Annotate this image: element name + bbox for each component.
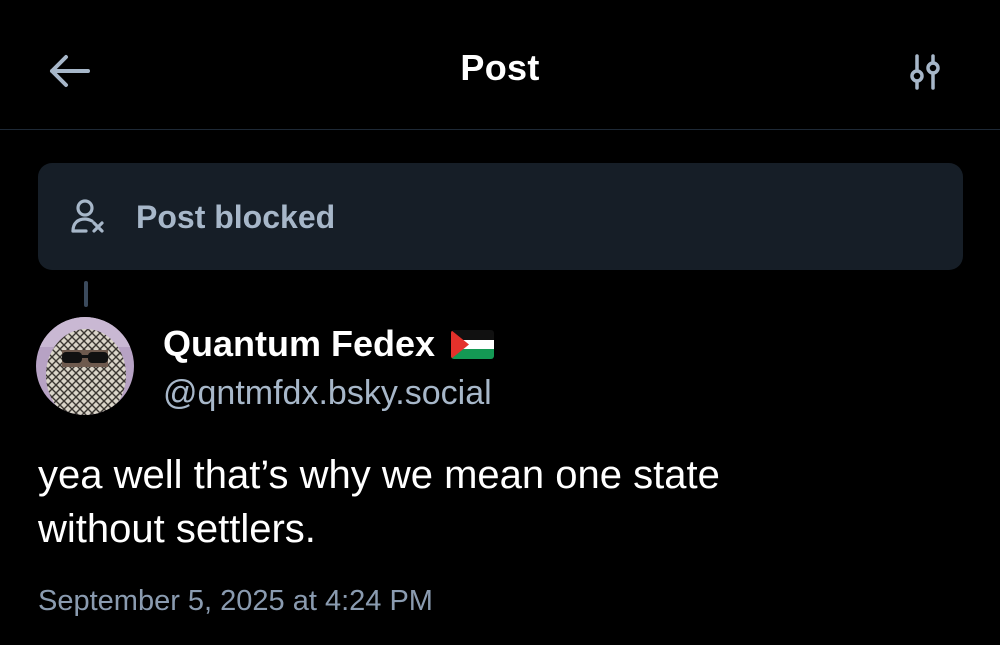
avatar[interactable] <box>36 317 134 415</box>
post-text-line: yea well that’s why we mean one state <box>38 453 720 497</box>
top-bar: Post <box>0 0 1000 130</box>
avatar-image <box>36 317 134 415</box>
author-display-name[interactable]: Quantum Fedex <box>163 322 435 366</box>
page-title: Post <box>460 47 540 88</box>
blocked-post-notice[interactable]: Post blocked <box>38 163 963 270</box>
thread-connector-line <box>84 281 88 307</box>
post-body: yea well that’s why we mean one state wi… <box>38 448 938 556</box>
thread-settings-button[interactable] <box>900 48 950 96</box>
palestine-flag-icon <box>451 329 495 359</box>
post-timestamp: September 5, 2025 at 4:24 PM <box>38 585 433 617</box>
post-text-line: without settlers. <box>38 507 316 551</box>
blocked-label: Post blocked <box>136 199 336 235</box>
author-name-row[interactable]: Quantum Fedex <box>163 322 495 366</box>
author-handle[interactable]: @qntmfdx.bsky.social <box>163 372 492 414</box>
person-x-icon <box>71 199 104 233</box>
sliders-icon <box>910 54 940 90</box>
